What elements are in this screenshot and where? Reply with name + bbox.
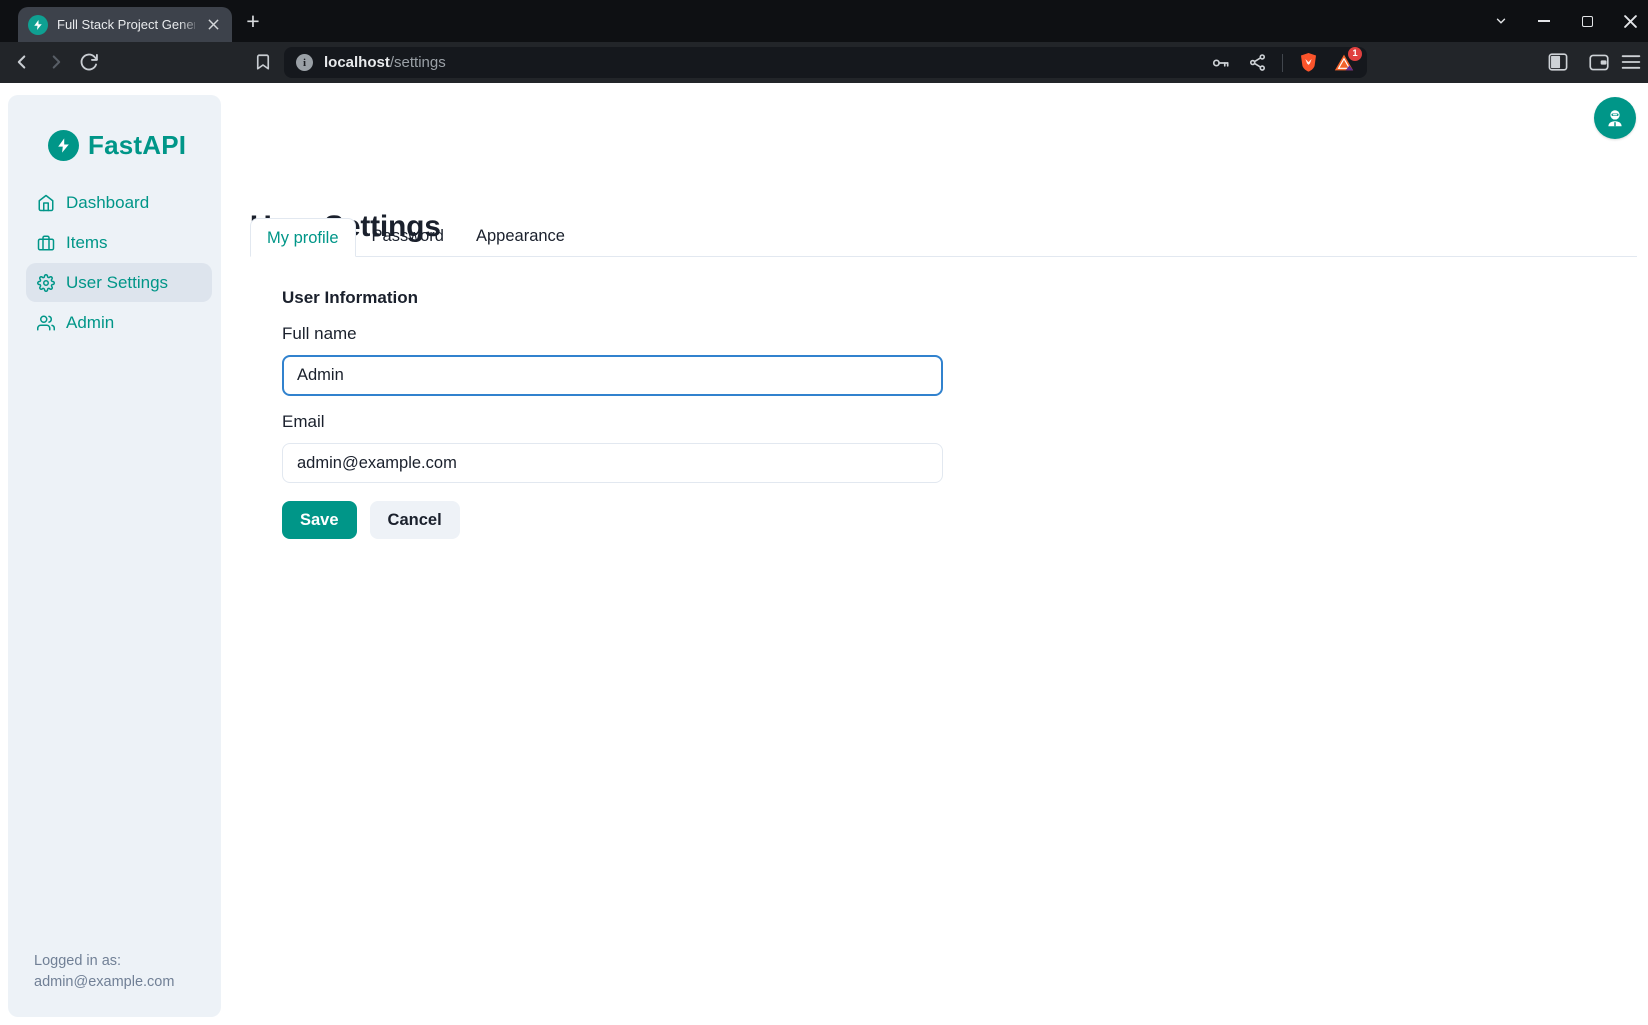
section-title: User Information	[282, 286, 943, 310]
sidebar: FastAPI Dashboard Items User Settings Ad…	[8, 95, 221, 1017]
fastapi-logo: FastAPI	[48, 130, 186, 161]
site-info-icon[interactable]: i	[296, 54, 313, 71]
share-icon[interactable]	[1246, 52, 1268, 74]
rewards-badge: 1	[1348, 47, 1362, 61]
users-icon	[37, 314, 55, 332]
reload-icon[interactable]	[77, 50, 101, 74]
email-input[interactable]	[282, 443, 943, 483]
fastapi-favicon-icon	[28, 15, 48, 35]
fastapi-logo-text: FastAPI	[88, 130, 186, 161]
email-label: Email	[282, 410, 943, 434]
gear-icon	[37, 274, 55, 292]
settings-tabs: My profile Password Appearance	[250, 217, 1637, 257]
form-actions: Save Cancel	[282, 501, 943, 539]
urlbar-divider	[1282, 54, 1283, 72]
new-tab-button[interactable]: +	[240, 7, 266, 35]
tab-title: Full Stack Project Genera	[57, 17, 195, 32]
logged-in-status: Logged in as: admin@example.com	[34, 951, 174, 993]
wallet-icon[interactable]	[1587, 50, 1611, 74]
user-menu-button[interactable]	[1594, 97, 1636, 139]
sidebar-panel-icon[interactable]	[1546, 50, 1570, 74]
sidebar-item-label: Items	[66, 233, 108, 253]
full-name-label: Full name	[282, 322, 943, 346]
sidebar-item-label: User Settings	[66, 273, 168, 293]
app-page: FastAPI Dashboard Items User Settings Ad…	[0, 83, 1648, 1025]
full-name-input[interactable]	[282, 355, 943, 396]
window-controls	[1493, 0, 1638, 42]
forward-icon[interactable]	[44, 50, 68, 74]
fastapi-logo-icon	[48, 130, 79, 161]
tab-appearance[interactable]: Appearance	[460, 217, 581, 256]
url-host: localhost	[324, 54, 390, 71]
back-icon[interactable]	[10, 50, 34, 74]
logged-in-label: Logged in as:	[34, 951, 174, 972]
browser-toolbar: i localhost/settings 1	[0, 42, 1648, 83]
cancel-button[interactable]: Cancel	[370, 501, 460, 539]
user-information-form: User Information Full name Email Save Ca…	[282, 286, 943, 539]
logged-in-email: admin@example.com	[34, 972, 174, 993]
url-path: /settings	[390, 54, 446, 71]
close-window-icon[interactable]	[1622, 13, 1638, 29]
key-icon[interactable]	[1210, 52, 1232, 74]
sidebar-item-admin[interactable]: Admin	[26, 303, 212, 342]
sidebar-item-label: Dashboard	[66, 193, 149, 213]
tab-password[interactable]: Password	[356, 217, 460, 256]
sidebar-item-label: Admin	[66, 313, 114, 333]
briefcase-icon	[37, 234, 55, 252]
brave-rewards-icon[interactable]: 1	[1333, 52, 1355, 74]
sidebar-item-user-settings[interactable]: User Settings	[26, 263, 212, 302]
brave-shield-icon[interactable]	[1297, 52, 1319, 74]
sidebar-nav: Dashboard Items User Settings Admin	[26, 183, 212, 343]
save-button[interactable]: Save	[282, 501, 357, 539]
menu-hamburger-icon[interactable]	[1619, 50, 1643, 74]
url-text[interactable]: localhost/settings	[324, 54, 446, 71]
sidebar-item-items[interactable]: Items	[26, 223, 212, 262]
tab-title-fade	[178, 14, 204, 36]
tab-search-chevron-icon[interactable]	[1493, 13, 1509, 29]
browser-tab-strip: Full Stack Project Genera +	[0, 0, 1648, 42]
user-astronaut-icon	[1604, 107, 1626, 129]
maximize-icon[interactable]	[1579, 13, 1595, 29]
sidebar-item-dashboard[interactable]: Dashboard	[26, 183, 212, 222]
bookmark-icon[interactable]	[251, 50, 275, 74]
minimize-icon[interactable]	[1536, 13, 1552, 29]
address-bar[interactable]: i localhost/settings 1	[284, 47, 1367, 78]
home-icon	[37, 194, 55, 212]
browser-tab[interactable]: Full Stack Project Genera	[18, 7, 232, 42]
tab-my-profile[interactable]: My profile	[250, 218, 356, 257]
tab-close-icon[interactable]	[204, 16, 222, 34]
